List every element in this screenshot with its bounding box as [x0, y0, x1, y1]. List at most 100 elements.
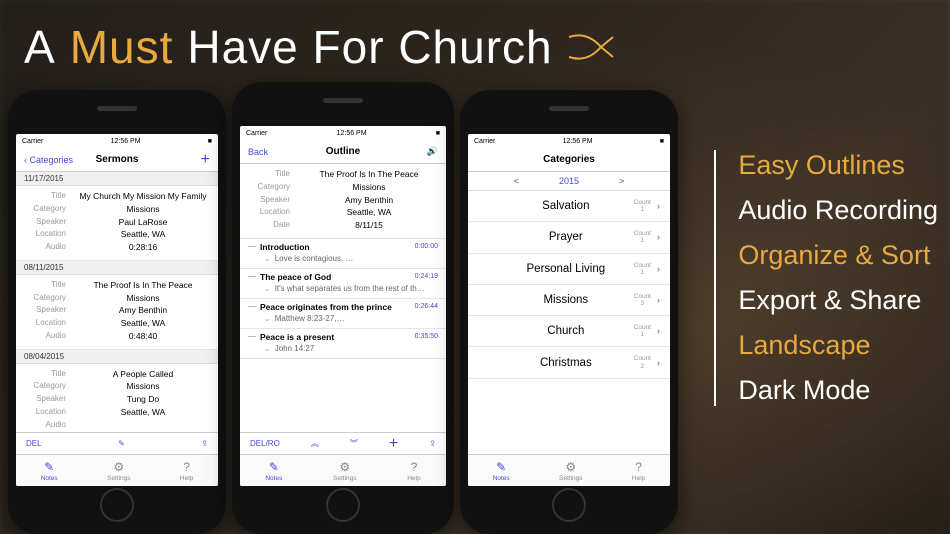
back-button[interactable]: Back: [248, 147, 298, 157]
tab-help[interactable]: ?Help: [632, 460, 645, 482]
gear-icon: ⚙: [113, 460, 124, 474]
field-label: Category: [24, 292, 66, 305]
category-list[interactable]: SalvationCount1›PrayerCount1›Personal Li…: [468, 191, 670, 454]
chevron-icon: —: [248, 242, 256, 251]
back-categories-button[interactable]: ‹ Categories: [24, 155, 74, 165]
category-row[interactable]: MissionsCount3›: [468, 285, 670, 316]
chevron-down-icon: ⌄: [264, 344, 271, 353]
chevron-icon: —: [248, 272, 256, 281]
tab-bar: ✎Notes ⚙Settings ?Help: [16, 454, 218, 486]
outline-title: Peace originates from the prince: [260, 302, 392, 312]
sermon-item[interactable]: TitleMy Church My Mission My FamilyCateg…: [16, 186, 218, 261]
chevron-right-icon: ›: [657, 295, 660, 305]
category-count: Count2: [634, 355, 651, 369]
help-icon: ?: [635, 460, 642, 474]
chevron-right-icon: ›: [657, 232, 660, 242]
chevron-down-icon: ⌄: [264, 254, 271, 263]
collapse-icon[interactable]: ︽: [311, 438, 319, 449]
help-icon: ?: [411, 460, 418, 474]
field-value: Missions: [76, 292, 210, 305]
category-row[interactable]: PrayerCount1 ›: [468, 222, 670, 253]
outline-title: Introduction: [260, 242, 310, 252]
sermon-list[interactable]: 11/17/2015 Title My Church My Mission My F…: [16, 172, 218, 432]
field-value: Tung Do: [76, 393, 210, 406]
status-time: 12:56 PM: [563, 138, 593, 145]
field-value: A People Called: [76, 368, 210, 381]
field-label: Title: [24, 190, 66, 203]
phone-mockups: Carrier 12:56 PM ■ ‹ Categories Sermons …: [8, 90, 678, 534]
screen-outline: Carrier 12:56 PM ■ Back Outline 🔊 TitleT…: [240, 126, 446, 486]
field-label: Location: [24, 317, 66, 330]
tab-help[interactable]: ?Help: [407, 460, 420, 482]
outline-section[interactable]: —Peace is a present0:35:50⌄John 14:27: [240, 329, 446, 359]
outline-content[interactable]: TitleThe Proof Is In The Peace CategoryM…: [240, 164, 446, 432]
category-count: Count1: [634, 230, 651, 244]
category-row[interactable]: ChristmasCount2›: [468, 347, 670, 378]
outline-section[interactable]: —Peace originates from the prince0:26:44…: [240, 299, 446, 329]
bottom-toolbar: DEL/RO ︽ ︾ + ⇪: [240, 432, 446, 454]
sermon-item[interactable]: TitleA People CalledCategoryMissionsSpea…: [16, 364, 218, 433]
notes-icon: ✎: [269, 460, 279, 474]
category-row[interactable]: SalvationCount1›: [468, 191, 670, 222]
field-value: Seattle, WA: [76, 317, 210, 330]
expand-icon[interactable]: ︾: [350, 438, 358, 449]
delete-button[interactable]: DEL: [26, 439, 42, 448]
nav-bar: ‹ Categories Sermons +: [16, 148, 218, 172]
share-icon[interactable]: ⇪: [429, 439, 436, 448]
feature-item: Dark Mode: [738, 375, 938, 406]
outline-title: Peace is a present: [260, 332, 334, 342]
chevron-down-icon: ⌄: [264, 314, 271, 323]
year-label: 2015: [559, 176, 579, 186]
tab-notes[interactable]: ✎Notes: [493, 460, 510, 482]
field-value: 0:28:16: [76, 241, 210, 254]
sermon-item[interactable]: TitleThe Proof Is In The PeaceCategoryMi…: [16, 275, 218, 350]
year-prev-button[interactable]: <: [514, 176, 519, 186]
delro-button[interactable]: DEL/RO: [250, 439, 280, 448]
tab-notes[interactable]: ✎Notes: [265, 460, 282, 482]
carrier-label: Carrier: [246, 130, 267, 137]
nav-bar: Categories: [468, 148, 670, 172]
add-outline-button[interactable]: +: [389, 435, 398, 453]
sermon-date-header: 11/17/2015: [16, 172, 218, 186]
outline-subtext: John 14:27: [275, 344, 315, 353]
category-name: Prayer: [498, 231, 634, 243]
compose-icon[interactable]: ✎: [118, 439, 125, 448]
category-count: Count3: [634, 293, 651, 307]
category-row[interactable]: Personal LivingCount1›: [468, 254, 670, 285]
tab-help[interactable]: ?Help: [180, 460, 193, 482]
field-label: Category: [24, 380, 66, 393]
field-label: Location: [24, 406, 66, 419]
bottom-toolbar: DEL ✎ ⇪: [16, 432, 218, 454]
headline: A Must Have For Church: [24, 20, 617, 74]
field-value: Amy Benthin: [76, 304, 210, 317]
feature-list: Easy OutlinesAudio RecordingOrganize & S…: [714, 150, 938, 406]
field-label: Audio: [24, 330, 66, 343]
outline-timestamp: 0:00:00: [415, 243, 438, 250]
speaker-icon[interactable]: 🔊: [388, 146, 438, 157]
outline-timestamp: 0:24:19: [415, 273, 438, 280]
tab-settings[interactable]: ⚙Settings: [333, 460, 357, 482]
category-count: Count1: [634, 324, 651, 338]
headline-must: Must: [70, 20, 174, 74]
outline-header: TitleThe Proof Is In The Peace CategoryM…: [240, 164, 446, 239]
chevron-right-icon: ›: [657, 326, 660, 336]
tab-notes[interactable]: ✎Notes: [41, 460, 58, 482]
share-icon[interactable]: ⇪: [201, 439, 208, 448]
add-button[interactable]: +: [160, 151, 210, 169]
category-row[interactable]: ChurchCount1›: [468, 316, 670, 347]
year-next-button[interactable]: >: [619, 176, 624, 186]
headline-a: A: [24, 20, 56, 74]
outline-subtext: It's what separates us from the rest of …: [275, 284, 425, 293]
carrier-label: Carrier: [22, 138, 43, 145]
tab-settings[interactable]: ⚙Settings: [559, 460, 583, 482]
status-bar: Carrier 12:56 PM ■: [468, 134, 670, 148]
field-value: My Church My Mission My Family: [76, 190, 210, 203]
outline-section[interactable]: —Introduction0:00:00⌄Love is contagious.…: [240, 239, 446, 269]
outline-section[interactable]: —The peace of God0:24:19⌄It's what separ…: [240, 269, 446, 299]
field-value: Missions: [76, 203, 210, 216]
screen-sermons: Carrier 12:56 PM ■ ‹ Categories Sermons …: [16, 134, 218, 486]
tab-settings[interactable]: ⚙Settings: [107, 460, 131, 482]
year-nav: < 2015 >: [468, 172, 670, 191]
help-icon: ?: [183, 460, 190, 474]
outline-timestamp: 0:35:50: [415, 333, 438, 340]
